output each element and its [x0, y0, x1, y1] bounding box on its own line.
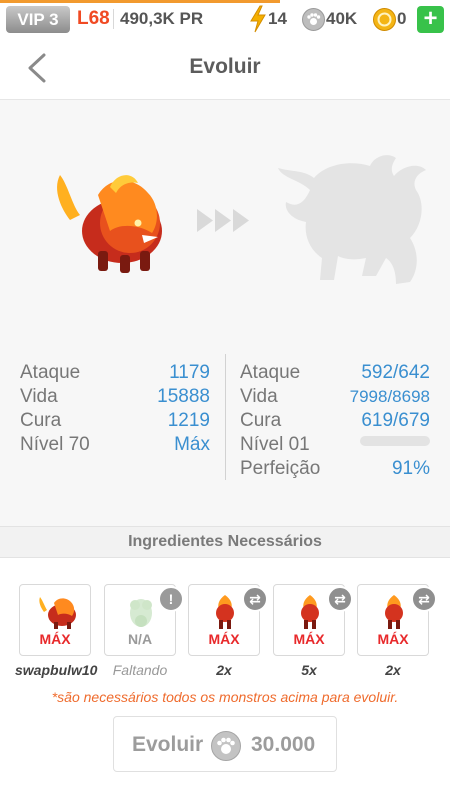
swap-icon[interactable]: ⇄ — [327, 586, 353, 612]
stat-label: Cura — [240, 410, 282, 431]
paw-coin-icon — [302, 8, 325, 31]
stat-value: Máx — [174, 434, 210, 455]
ingredient-card[interactable]: MÁX — [19, 584, 91, 656]
page-header: Evoluir — [0, 37, 450, 100]
stat-value: 1179 — [169, 362, 210, 383]
stat-value: 15888 — [157, 386, 210, 407]
evolve-cost: 30.000 — [251, 733, 316, 756]
stat-label: Vida — [20, 386, 58, 407]
status-bar-accent — [0, 0, 280, 3]
swap-icon[interactable]: ⇄ — [242, 586, 268, 612]
ingredient-caption: 2x — [216, 662, 232, 678]
evolve-label: Evoluir — [132, 733, 204, 756]
fire-baby-monster-icon — [385, 595, 403, 629]
stat-label: Vida — [240, 386, 278, 407]
max-tag: MÁX — [208, 631, 240, 647]
evolve-button[interactable]: Evoluir 30.000 — [113, 716, 337, 772]
evolved-monster-silhouette — [278, 155, 426, 284]
status-bar: VIP 3 L68 490,3K PR 14 40K 0 + — [0, 0, 450, 38]
player-power: 490,3K PR — [120, 9, 204, 28]
fire-baby-monster-icon — [301, 595, 319, 629]
stat-label: Perfeição — [240, 458, 321, 479]
paw-coin-icon — [211, 731, 241, 761]
stat-label: Nível 70 — [20, 434, 90, 455]
paw-coin-count: 40K — [326, 9, 358, 28]
vip-badge[interactable]: VIP 3 — [6, 6, 70, 33]
fire-monster-icon — [39, 597, 76, 629]
max-tag: MÁX — [39, 631, 71, 647]
fire-monster-image[interactable] — [40, 165, 168, 280]
ingredient-caption: 2x — [385, 662, 401, 678]
divider — [113, 9, 114, 29]
stat-label: Ataque — [240, 362, 301, 383]
stat-label: Nível 01 — [240, 434, 310, 455]
gold-coin-icon — [373, 8, 396, 31]
na-tag: N/A — [127, 631, 153, 647]
page-title: Evoluir — [189, 55, 261, 78]
stats-panel: Ataque 1179 Vida 15888 Cura 1219 Nível 7… — [0, 340, 450, 527]
max-tag: MÁX — [377, 631, 409, 647]
player-level: L68 — [77, 8, 110, 29]
ingredients-header: Ingredientes Necessários — [0, 527, 450, 558]
stat-value: 7998/8698 — [349, 387, 430, 406]
stat-value: 1219 — [167, 410, 210, 431]
ingredient-caption: Faltando — [112, 662, 168, 678]
stat-value: 592/642 — [361, 362, 430, 383]
evolve-arrows-icon — [197, 209, 249, 232]
stat-label: Cura — [20, 410, 62, 431]
ingredient-caption: 5x — [301, 662, 317, 678]
swap-icon[interactable]: ⇄ — [411, 586, 437, 612]
warning-badge-icon[interactable]: ! — [158, 586, 184, 612]
requirement-note: *são necessários todos os monstros acima… — [51, 689, 399, 705]
add-gold-button[interactable]: + — [417, 6, 444, 33]
stats-divider — [225, 354, 226, 480]
lightning-icon — [250, 5, 266, 33]
gold-count: 0 — [397, 9, 407, 28]
evolution-preview — [0, 100, 450, 340]
plant-monster-icon — [130, 599, 152, 627]
energy-count: 14 — [268, 9, 287, 28]
ingredients-title: Ingredientes Necessários — [128, 533, 322, 550]
level-progress-bar — [360, 436, 430, 446]
stat-value: 619/679 — [361, 410, 430, 431]
max-tag: MÁX — [293, 631, 325, 647]
fire-baby-monster-icon — [216, 595, 234, 629]
stat-value: 91% — [391, 458, 430, 479]
stat-label: Ataque — [20, 362, 81, 383]
ingredient-caption: swapbulw10 — [15, 662, 98, 678]
